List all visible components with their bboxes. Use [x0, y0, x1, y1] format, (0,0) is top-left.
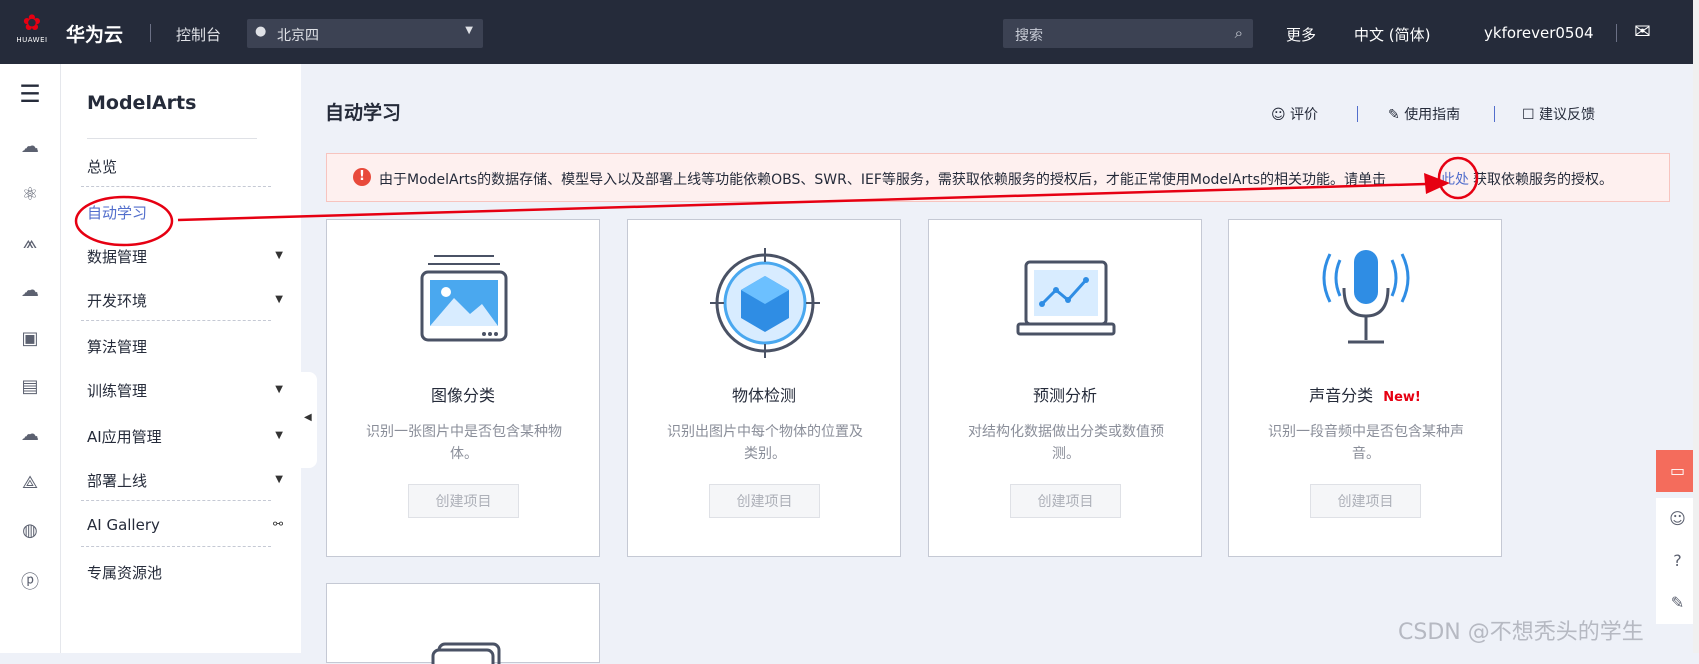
annotation-circle — [74, 195, 174, 247]
annotation-arrowhead — [1424, 173, 1450, 194]
watermark: CSDN @不想秃头的学生 — [1398, 620, 1644, 645]
annotation-circle — [1437, 156, 1479, 200]
annotation-overlay — [74, 156, 1479, 247]
annotation-arrow — [177, 182, 1427, 222]
scrollbar[interactable] — [1693, 0, 1699, 653]
